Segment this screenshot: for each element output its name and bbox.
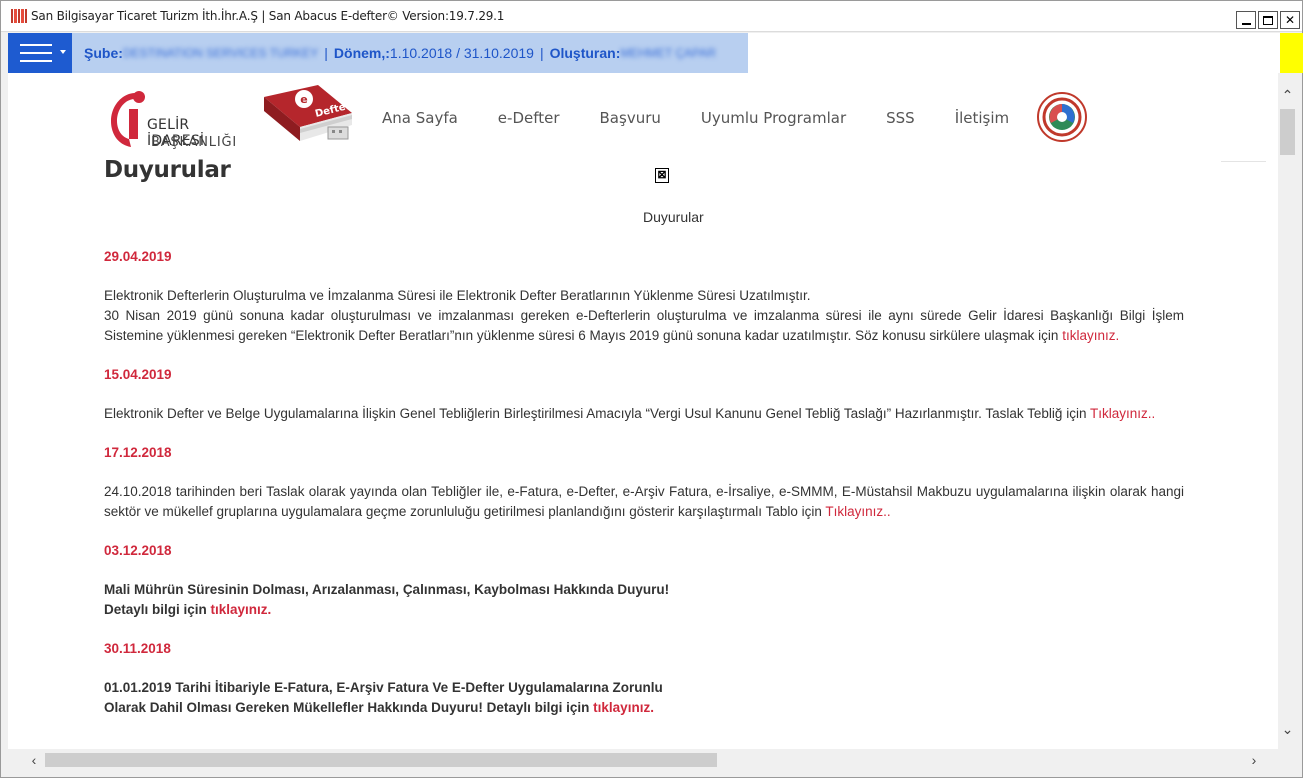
gib-logo[interactable]: GELİR İDARESİ BAŞKANLIĞI: [105, 87, 245, 150]
vertical-scrollbar[interactable]: ⌃ ⌄: [1278, 73, 1297, 749]
broken-image-icon: ⊠: [655, 168, 669, 183]
announcement-item: 24.10.2018 tarihinden beri Taslak olarak…: [104, 482, 1184, 522]
announcement-link[interactable]: tıklayınız.: [1062, 328, 1119, 343]
announcement-link[interactable]: tıklayınız.: [593, 700, 654, 715]
creator-value: MEHMET ÇAPAR: [620, 46, 716, 60]
window-title: San Bilgisayar Ticaret Turizm İth.İhr.A.…: [31, 9, 505, 23]
scroll-up-icon[interactable]: ⌃: [1278, 85, 1297, 105]
announcement-link[interactable]: Tıklayınız..: [1090, 406, 1155, 421]
announcement-date: 15.04.2019: [104, 367, 172, 382]
announcement-link[interactable]: Tıklayınız..: [825, 504, 890, 519]
nav-contact[interactable]: İletişim: [955, 109, 1009, 127]
vertical-scroll-thumb[interactable]: [1280, 109, 1295, 155]
announcement-title: Mali Mührün Süresinin Dolması, Arızalanm…: [104, 582, 670, 597]
main-menu-button[interactable]: [8, 33, 72, 73]
announcement-list: 29.04.2019 Elektronik Defterlerin Oluştu…: [104, 247, 1184, 737]
nav-application[interactable]: Başvuru: [600, 109, 661, 127]
announcement-date: 30.11.2018: [104, 641, 171, 656]
app-window: San Bilgisayar Ticaret Turizm İth.İhr.A.…: [0, 0, 1303, 778]
branch-value: DESTINATION SERVICES TURKEY: [122, 46, 319, 60]
scroll-left-icon[interactable]: ‹: [24, 749, 44, 771]
announcement-item: 01.01.2019 Tarihi İtibariyle E-Fatura, E…: [104, 678, 1184, 718]
hamburger-icon: [20, 44, 52, 62]
period-label: Dönem,:: [333, 45, 390, 61]
announcement-title: Elektronik Defterlerin Oluşturulma ve İm…: [104, 288, 811, 303]
gib-logo-icon: [111, 91, 145, 147]
status-indicator: [1280, 33, 1303, 73]
nav-faq[interactable]: SSS: [886, 109, 915, 127]
announcement-text: Elektronik Defter ve Belge Uygulamaların…: [104, 406, 1090, 421]
top-bar: Şube: DESTINATION SERVICES TURKEY | Döne…: [8, 33, 1303, 73]
caret-down-icon: [60, 50, 66, 54]
title-bar[interactable]: San Bilgisayar Ticaret Turizm İth.İhr.A.…: [1, 1, 1302, 32]
close-button[interactable]: ✕: [1280, 11, 1300, 29]
scrollbar-corner: [1278, 749, 1297, 771]
announcement-date: 03.12.2018: [104, 543, 172, 558]
svg-text:e: e: [300, 93, 307, 106]
announcement-text: 24.10.2018 tarihinden beri Taslak olarak…: [104, 484, 1184, 519]
announcement-title: 01.01.2019 Tarihi İtibariyle E-Fatura, E…: [104, 680, 663, 695]
separator: |: [324, 45, 328, 61]
announcement-date: 17.12.2018: [104, 445, 172, 460]
branch-label: Şube:: [84, 45, 123, 61]
scroll-right-icon[interactable]: ›: [1244, 749, 1264, 771]
separator: |: [539, 45, 544, 61]
announcement-link[interactable]: tıklayınız.: [211, 602, 272, 617]
horizontal-scrollbar[interactable]: ‹ ›: [8, 749, 1278, 771]
window-controls: ✕: [1236, 11, 1300, 29]
horizontal-scroll-thumb[interactable]: [45, 753, 717, 767]
announcement-date: 29.04.2019: [104, 249, 172, 264]
announcement-item: Elektronik Defter ve Belge Uygulamaların…: [104, 404, 1184, 424]
page-title: Duyurular: [104, 157, 231, 183]
section-title: Duyurular: [643, 209, 704, 225]
minimize-icon: [1241, 23, 1251, 25]
scroll-down-icon[interactable]: ⌄: [1278, 719, 1297, 739]
nav-compatible-programs[interactable]: Uyumlu Programlar: [701, 109, 846, 127]
nav-home[interactable]: Ana Sayfa: [382, 109, 458, 127]
app-icon: [11, 9, 28, 23]
close-icon: ✕: [1284, 13, 1296, 27]
session-info-bar: Şube: DESTINATION SERVICES TURKEY | Döne…: [72, 33, 748, 73]
site-nav: Ana Sayfa e-Defter Başvuru Uyumlu Progra…: [382, 109, 1009, 127]
announcement-text: Detaylı bilgi için: [104, 602, 211, 617]
minimize-button[interactable]: [1236, 11, 1256, 29]
nav-e-defter[interactable]: e-Defter: [498, 109, 560, 127]
ministry-seal-icon[interactable]: [1037, 92, 1087, 142]
announcement-item: Elektronik Defterlerin Oluşturulma ve İm…: [104, 286, 1184, 346]
creator-label: Oluşturan:: [549, 45, 621, 61]
header-divider: [1221, 161, 1266, 162]
announcement-text: 30 Nisan 2019 günü sonuna kadar oluşturu…: [104, 308, 1184, 343]
announcement-text: Olarak Dahil Olması Gereken Mükellefler …: [104, 700, 594, 715]
period-value: 1.10.2018 / 31.10.2019: [389, 45, 534, 61]
maximize-icon: [1263, 15, 1273, 25]
maximize-button[interactable]: [1258, 11, 1278, 29]
e-defter-book-icon: e Defter: [264, 85, 352, 141]
web-viewport[interactable]: GELİR İDARESİ BAŞKANLIĞI e Defter Ana Sa…: [8, 73, 1278, 749]
logo-line-2: BAŞKANLIĞI: [151, 135, 237, 150]
announcement-item: Mali Mührün Süresinin Dolması, Arızalanm…: [104, 580, 1184, 620]
